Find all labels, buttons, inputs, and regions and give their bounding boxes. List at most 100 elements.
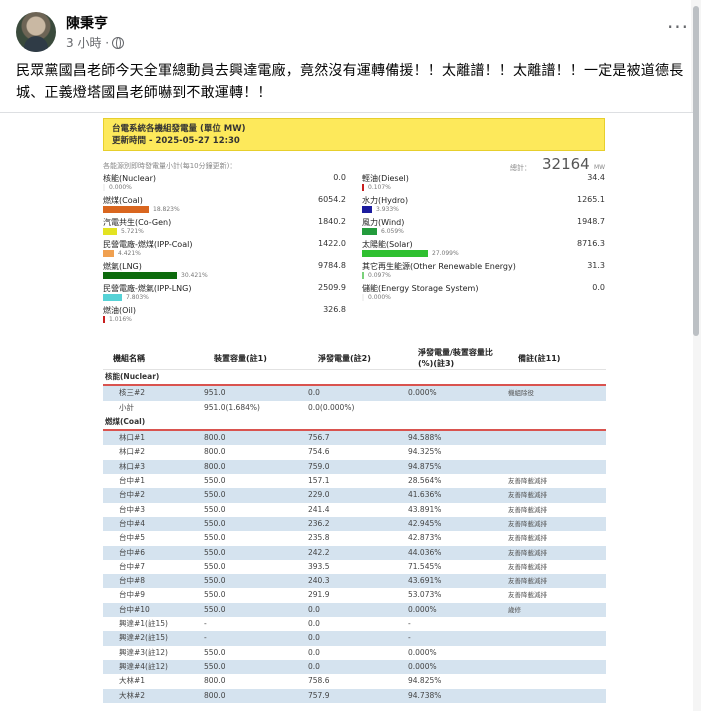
source-value: 1265.1: [577, 195, 605, 204]
source-bar: [103, 228, 117, 235]
unit-net-gen: 758.6: [308, 674, 408, 689]
source-bar: [103, 272, 177, 279]
source-item: 輕油(Diesel) 34.4 0.107%: [362, 173, 605, 195]
unit-ratio: 28.564%: [408, 474, 508, 489]
unit-name: 大林#1: [103, 674, 204, 689]
unit-remark: [508, 445, 606, 460]
unit-ratio: 41.636%: [408, 488, 508, 503]
total-unit: MW: [594, 164, 606, 171]
col-capacity: 裝置容量(註1): [204, 347, 308, 370]
source-item: 核能(Nuclear) 0.0 0.000%: [103, 173, 346, 195]
unit-name: 台中#3: [103, 502, 204, 517]
table-row: 興達#4(註12) 550.0 0.0 0.000%: [103, 659, 606, 675]
unit-remark: 友善降載減排: [508, 516, 606, 532]
unit-ratio: 71.545%: [408, 559, 508, 575]
unit-name: 興達#2(註15): [103, 631, 204, 646]
table-row: 林口#1 800.0 756.7 94.588%: [103, 430, 606, 446]
unit-name: 林口#1: [103, 430, 204, 446]
source-bar: [362, 250, 428, 257]
unit-remark: [508, 645, 606, 660]
source-item: 燃氣(LNG) 9784.8 30.421%: [103, 261, 346, 283]
source-name: 輕油(Diesel): [362, 174, 409, 183]
group-label: 核能(Nuclear): [103, 369, 606, 387]
source-name: 燃煤(Coal): [103, 196, 143, 205]
unit-remark: [508, 659, 606, 675]
unit-name: 台中#5: [103, 531, 204, 546]
source-percent: 7.803%: [126, 294, 149, 301]
source-value: 8716.3: [577, 239, 605, 248]
unit-net-gen: 0.0: [308, 645, 408, 660]
unit-remark: [508, 459, 606, 475]
source-bar: [103, 294, 122, 301]
unit-net-gen: 235.8: [308, 531, 408, 546]
table-row: 林口#2 800.0 754.6 94.325%: [103, 445, 606, 460]
unit-capacity: 550.0: [204, 559, 308, 575]
globe-icon: [112, 36, 125, 49]
table-row: 台中#10 550.0 0.0 0.000% 歲修: [103, 602, 606, 618]
unit-name: 小計: [103, 400, 204, 415]
unit-net-gen: 229.0: [308, 488, 408, 503]
unit-remark: 友善降載減排: [508, 574, 606, 589]
unit-name: 林口#3: [103, 459, 204, 475]
unit-ratio: 0.000%: [408, 659, 508, 675]
source-value: 2509.9: [318, 283, 346, 292]
unit-capacity: 800.0: [204, 430, 308, 446]
unit-remark: 友善降載減排: [508, 474, 606, 489]
more-options-button[interactable]: ···: [664, 17, 692, 40]
unit-capacity: -: [204, 631, 308, 646]
unit-remark: 歲修: [508, 602, 606, 618]
unit-capacity: 550.0: [204, 574, 308, 589]
source-percent: 1.016%: [109, 316, 132, 323]
source-item: 汽電共生(Co-Gen) 1840.2 5.721%: [103, 217, 346, 239]
unit-remark: 友善降載減排: [508, 531, 606, 546]
unit-remark: [508, 674, 606, 689]
source-name: 燃油(Oil): [103, 306, 136, 315]
unit-ratio: 43.891%: [408, 502, 508, 517]
unit-name: 台中#2: [103, 488, 204, 503]
unit-capacity: 550.0: [204, 531, 308, 546]
table-row: 興達#3(註12) 550.0 0.0 0.000%: [103, 645, 606, 660]
post-image[interactable]: 台電系統各機組發電量 (單位 MW) 更新時間 - 2025-05-27 12:…: [0, 112, 693, 711]
source-value: 34.4: [587, 173, 605, 182]
source-item: 燃煤(Coal) 6054.2 18.823%: [103, 195, 346, 217]
table-row: 台中#4 550.0 236.2 42.945% 友善降載減排: [103, 516, 606, 532]
author-name[interactable]: 陳秉亨: [66, 13, 108, 33]
unit-name: 興達#4(註12): [103, 659, 204, 675]
source-name: 汽電共生(Co-Gen): [103, 218, 172, 227]
source-name: 燃氣(LNG): [103, 262, 142, 271]
source-value: 31.3: [587, 261, 605, 270]
source-value: 326.8: [323, 305, 346, 314]
table-row: 台中#2 550.0 229.0 41.636% 友善降載減排: [103, 488, 606, 503]
unit-net-gen: 393.5: [308, 559, 408, 575]
unit-name: 核三#2: [103, 385, 204, 401]
unit-capacity: 550.0: [204, 502, 308, 517]
source-item: 民營電廠-燃氣(IPP-LNG) 2509.9 7.803%: [103, 283, 346, 305]
source-bar: [103, 206, 149, 213]
col-ratio: 淨發電量/裝置容量比(%)(註3): [408, 347, 508, 370]
unit-net-gen: 0.0: [308, 602, 408, 618]
post-time[interactable]: 3 小時 ·: [66, 34, 109, 51]
total-label: 總計：: [510, 164, 531, 172]
source-bar: [103, 250, 114, 257]
unit-net-gen: 754.6: [308, 445, 408, 460]
unit-net-gen: 759.0: [308, 459, 408, 475]
source-value: 0.0: [592, 283, 605, 292]
table-group-row: 核能(Nuclear): [103, 369, 606, 387]
avatar[interactable]: [16, 12, 56, 52]
source-item: 其它再生能源(Other Renewable Energy) 31.3 0.097%: [362, 261, 605, 283]
post-text: 民眾黨國昌老師今天全軍總動員去興達電廠，竟然沒有運轉備援！！太離譜！！太離譜！！…: [16, 63, 684, 101]
unit-name: 台中#6: [103, 545, 204, 560]
unit-name: 興達#1(註15): [103, 617, 204, 632]
scrollbar-thumb[interactable]: [693, 6, 699, 336]
col-unit-name: 機組名稱: [103, 347, 204, 370]
unit-net-gen: 0.0: [308, 385, 408, 401]
unit-remark: 友善降載減排: [508, 502, 606, 517]
source-percent: 6.059%: [381, 228, 404, 235]
unit-remark: 友善降載減排: [508, 588, 606, 603]
table-row: 大林#1 800.0 758.6 94.825%: [103, 674, 606, 689]
source-percent: 0.097%: [368, 272, 391, 279]
col-remark: 備註(註11): [508, 347, 606, 370]
source-percent: 18.823%: [153, 206, 180, 213]
unit-name: 台中#10: [103, 602, 204, 618]
source-name: 民營電廠-燃氣(IPP-LNG): [103, 284, 192, 293]
